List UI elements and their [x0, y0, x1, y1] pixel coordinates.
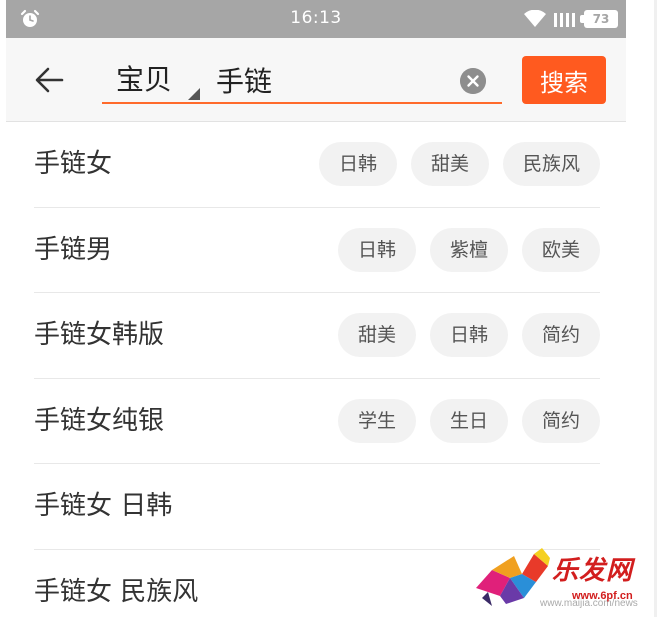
suggestion-tags: 学生 生日 简约	[337, 398, 600, 443]
suggestion-tag[interactable]: 甜美	[410, 142, 489, 186]
search-field: 宝贝	[102, 54, 502, 104]
suggestion-tag[interactable]: 日韩	[318, 142, 397, 186]
suggestion-item[interactable]: 手链女 日韩 甜美 民族风	[34, 122, 600, 208]
suggestion-text: 手链女韩版	[34, 320, 165, 350]
search-input[interactable]	[216, 60, 446, 100]
suggestion-tag[interactable]: 学生	[337, 398, 416, 443]
clear-icon[interactable]	[460, 68, 486, 94]
suggestion-text: 手链女纯银	[34, 405, 165, 436]
suggestion-text: 手链女 民族风	[34, 576, 199, 607]
dropdown-caret-icon	[188, 88, 200, 100]
back-arrow-icon[interactable]	[34, 66, 66, 94]
suggestion-tag[interactable]: 紫檀	[429, 227, 508, 272]
watermark-brand: 乐发网	[552, 556, 634, 586]
watermark-url: www.6pf.cn	[572, 590, 633, 602]
suggestion-text: 手链女 日韩	[34, 491, 173, 521]
suggestion-item[interactable]: 手链女韩版 甜美 日韩 简约	[34, 293, 600, 379]
suggestion-item[interactable]: 手链女纯银 学生 生日 简约	[34, 379, 600, 464]
search-scope-select[interactable]: 宝贝	[116, 62, 200, 100]
search-button[interactable]: 搜索	[522, 56, 606, 104]
suggestion-tag[interactable]: 日韩	[337, 227, 416, 272]
suggestion-text: 手链男	[34, 234, 113, 265]
suggestion-tag[interactable]: 生日	[429, 398, 508, 443]
suggestion-tag[interactable]: 简约	[521, 398, 600, 443]
suggestion-tag[interactable]: 民族风	[502, 142, 600, 186]
watermark: 乐发网 www.maijia.com/news www.6pf.cn	[470, 548, 656, 617]
suggestion-tag[interactable]: 甜美	[337, 313, 416, 357]
suggestion-item[interactable]: 手链女 日韩	[34, 464, 600, 550]
suggestion-tags: 日韩 紫檀 欧美	[337, 227, 600, 272]
battery-icon: 73	[580, 10, 618, 28]
search-scope-label: 宝贝	[116, 63, 173, 96]
status-bar: 16:13 73	[6, 0, 626, 38]
suggestion-text: 手链女	[34, 149, 113, 179]
suggestion-tag[interactable]: 简约	[521, 313, 600, 357]
suggestion-item[interactable]: 手链男 日韩 紫檀 欧美	[34, 208, 600, 293]
suggestion-tag[interactable]: 欧美	[521, 227, 600, 272]
search-header: 宝贝 搜索	[6, 38, 626, 122]
wifi-icon	[524, 10, 546, 27]
suggestion-tags: 日韩 甜美 民族风	[318, 142, 600, 186]
suggestion-list: 手链女 日韩 甜美 民族风 手链男 日韩 紫檀 欧美 手链女韩版 甜美 日韩 简…	[34, 122, 600, 617]
suggestion-tags: 甜美 日韩 简约	[337, 313, 600, 357]
suggestion-tag[interactable]: 日韩	[429, 313, 508, 357]
signal-icon	[554, 13, 575, 27]
